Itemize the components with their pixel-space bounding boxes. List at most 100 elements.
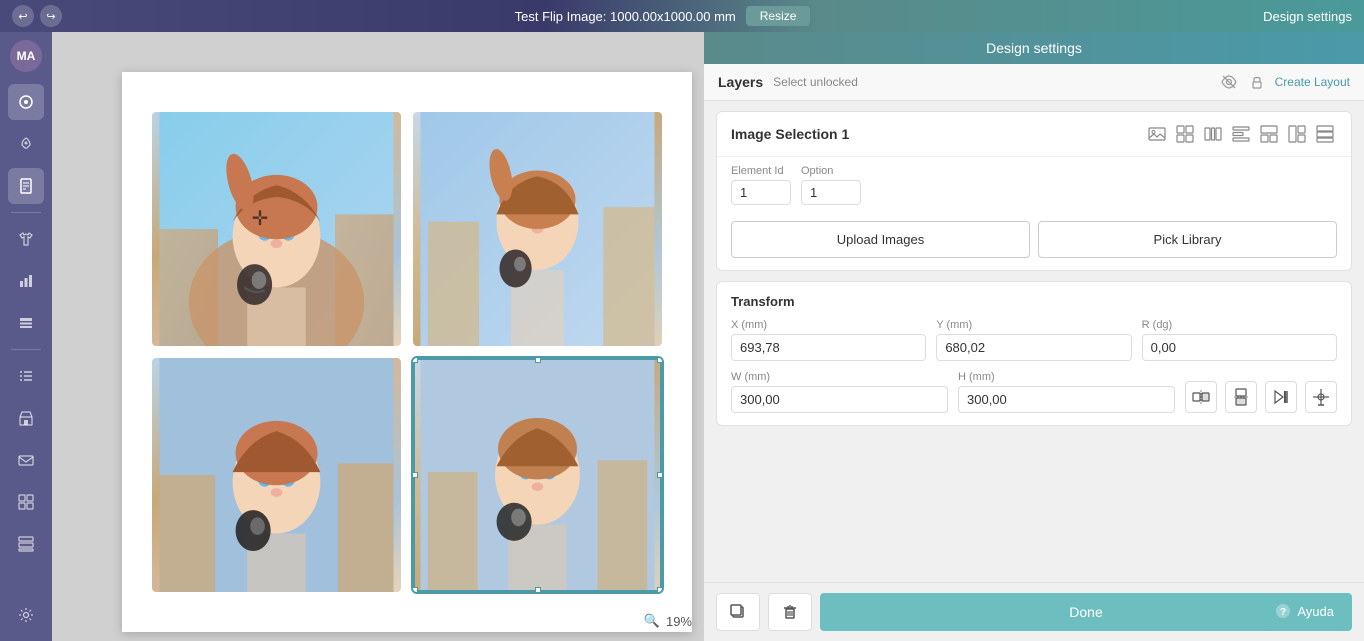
flip-horizontal-button[interactable] [1185,381,1217,413]
sidebar-item-grid[interactable] [8,484,44,520]
image-placeholder-2 [413,112,662,346]
bars-icon[interactable] [1229,122,1253,146]
option-label: Option [801,165,861,177]
image-placeholder-3 [152,358,401,592]
sidebar-item-rows[interactable] [8,526,44,562]
image-cell-2[interactable] [413,112,662,346]
shirt-icon [18,231,34,247]
topbar: ↩ ↪ Test Flip Image: 1000.00x1000.00 mm … [0,0,1364,32]
topbar-center: Test Flip Image: 1000.00x1000.00 mm Resi… [515,6,811,26]
sidebar-item-mail[interactable] [8,442,44,478]
duplicate-button[interactable] [716,593,760,631]
sidebar-item-shirt[interactable] [8,221,44,257]
sidebar-item-document[interactable] [8,168,44,204]
section-icons [1145,122,1337,146]
sidebar-item-store[interactable] [8,400,44,436]
avatar[interactable]: MA [10,40,42,72]
rows-icon [18,536,34,552]
layers-icon [18,315,34,331]
layers-right: Create Layout [1219,72,1350,92]
sidebar-item-home[interactable] [8,84,44,120]
canvas-zoom: 🔍 19% [644,613,692,629]
grid-icon [18,494,34,510]
move-cursor: ✛ [252,206,269,231]
transform-box: Transform X (mm) Y (mm) R (dg) [716,281,1352,426]
svg-text:?: ? [1280,607,1286,618]
layout-icon[interactable] [1257,122,1281,146]
sidebar-item-settings[interactable] [8,597,44,633]
stacked-icon[interactable] [1313,122,1337,146]
h-input[interactable] [958,386,1175,413]
center-button[interactable] [1305,381,1337,413]
x-input[interactable] [731,334,926,361]
skip-forward-button[interactable] [1265,381,1297,413]
topbar-left: ↩ ↪ [12,5,62,27]
redo-button[interactable]: ↪ [40,5,62,27]
image-selection-title: Image Selection 1 [731,126,849,142]
transform-wh-row: W (mm) H (mm) [731,371,1175,413]
ayuda-label: Ayuda [1297,604,1334,619]
canvas-inner[interactable]: ✛ [122,72,692,632]
h-label: H (mm) [958,371,1175,383]
transform-grid: X (mm) Y (mm) R (dg) [731,319,1337,361]
w-input[interactable] [731,386,948,413]
pick-library-button[interactable]: Pick Library [1038,221,1337,258]
right-panel: Design settings Layers Select unlocked C… [704,32,1364,641]
design-settings-label: Design settings [1263,9,1352,24]
resize-button[interactable]: Resize [746,6,811,26]
lock-icon[interactable] [1247,72,1267,92]
y-label: Y (mm) [936,319,1131,331]
flip-vertical-button[interactable] [1225,381,1257,413]
transform-title: Transform [731,294,1337,309]
y-field: Y (mm) [936,319,1131,361]
option-group: Option 1 [801,165,861,205]
sidebar-item-rocket[interactable] [8,126,44,162]
home-icon [18,94,34,110]
w-label: W (mm) [731,371,948,383]
sidebar-item-list[interactable] [8,358,44,394]
list-icon [18,368,34,384]
panel-header: Design settings [704,32,1364,64]
document-title: Test Flip Image: 1000.00x1000.00 mm [515,9,736,24]
columns-icon[interactable] [1201,122,1225,146]
layers-bar: Layers Select unlocked Create Layout [704,64,1364,101]
sidebar-item-chart[interactable] [8,263,44,299]
delete-button[interactable] [768,593,812,631]
grid2-icon[interactable] [1173,122,1197,146]
ayuda-button[interactable]: ? Ayuda [1259,595,1350,627]
create-layout-link[interactable]: Create Layout [1275,75,1350,89]
x-field: X (mm) [731,319,926,361]
split-icon[interactable] [1285,122,1309,146]
image-cell-3[interactable] [152,358,401,592]
r-label: R (dg) [1142,319,1337,331]
upload-images-button[interactable]: Upload Images [731,221,1030,258]
image-cell-1[interactable]: ✛ [152,112,401,346]
w-field: W (mm) [731,371,948,413]
chart-icon [18,273,34,289]
element-id-group: Element Id 1 [731,165,791,205]
sidebar-item-layers[interactable] [8,305,44,341]
action-buttons: Upload Images Pick Library [717,213,1351,270]
x-label: X (mm) [731,319,926,331]
store-icon [18,410,34,426]
option-value[interactable]: 1 [801,180,861,205]
image-placeholder-1 [152,112,401,346]
undo-button[interactable]: ↩ [12,5,34,27]
layers-left: Layers Select unlocked [718,74,858,90]
image-icon[interactable] [1145,122,1169,146]
zoom-value: 19% [666,614,692,629]
element-id-label: Element Id [731,165,791,177]
canvas-area: ✛ [52,32,704,641]
transform-section: Transform X (mm) Y (mm) R (dg) [716,281,1352,426]
r-input[interactable] [1142,334,1337,361]
y-input[interactable] [936,334,1131,361]
element-id-value[interactable]: 1 [731,180,791,205]
element-info: Element Id 1 Option 1 [717,157,1351,213]
transform-actions [1185,381,1337,413]
r-field: R (dg) [1142,319,1337,361]
image-grid: ✛ [122,72,692,632]
visibility-icon[interactable] [1219,72,1239,92]
image-selection-section: Image Selection 1 [716,111,1352,271]
image-cell-4[interactable] [413,358,662,592]
select-unlocked[interactable]: Select unlocked [773,75,858,89]
